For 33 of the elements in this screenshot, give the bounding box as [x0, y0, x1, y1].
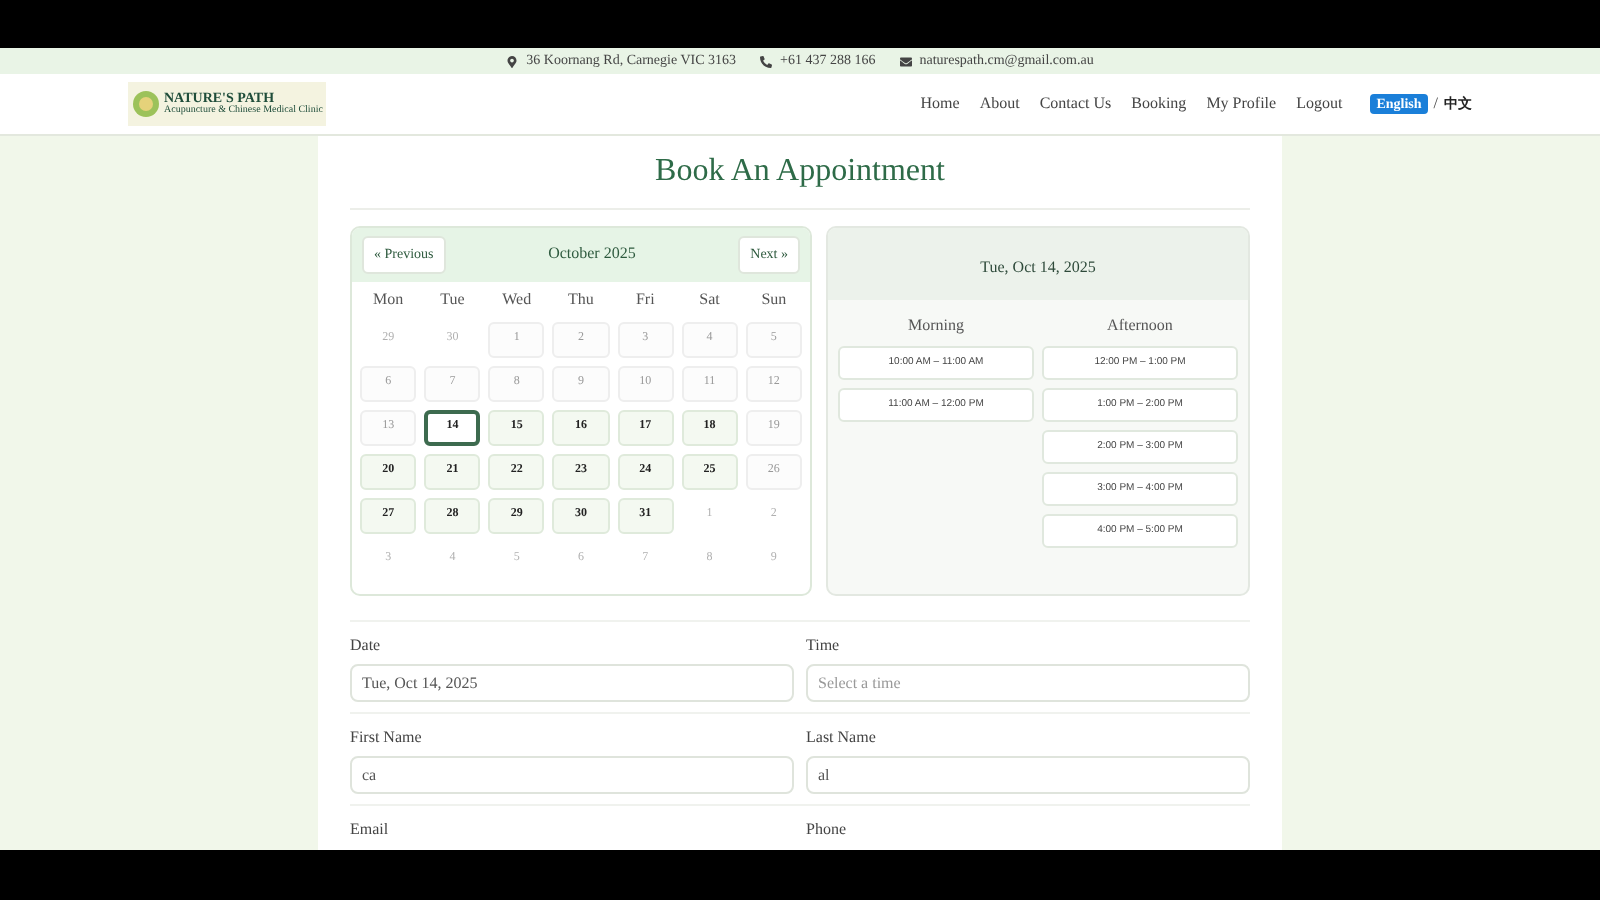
field-label: First Name — [350, 726, 424, 750]
nav-link[interactable]: Contact Us — [1039, 92, 1112, 116]
input-field[interactable]: Tue, Oct 14, 2025 — [350, 664, 794, 702]
input-field[interactable]: al — [806, 756, 1250, 794]
nav-link[interactable]: My Profile — [1206, 92, 1277, 116]
nav-link[interactable]: Home — [920, 92, 960, 116]
phone-icon — [760, 55, 773, 67]
weekday-label: Wed — [500, 287, 534, 311]
weekday-label: Fri — [633, 287, 657, 311]
weekday-label: Mon — [371, 287, 406, 311]
nav-link[interactable]: Logout — [1296, 92, 1343, 116]
leaf-circle-icon — [132, 90, 160, 118]
nav-link[interactable]: About — [979, 92, 1020, 116]
nav-link[interactable]: Booking — [1131, 92, 1187, 116]
field-label: Time — [806, 634, 842, 658]
input-field[interactable]: ca — [350, 756, 794, 794]
field-label: Last Name — [806, 726, 878, 750]
period-title: Afternoon — [1105, 314, 1175, 338]
field-label: Phone — [806, 818, 848, 842]
field-label: Email — [350, 818, 391, 842]
language-separator: / — [1433, 92, 1438, 116]
map-pin-icon — [506, 55, 519, 67]
weekday-label: Sat — [697, 287, 722, 311]
weekday-label: Tue — [438, 287, 467, 311]
month-title: October 2025 — [548, 242, 636, 267]
selected-date-title: Tue, Oct 14, 2025 — [980, 258, 1096, 276]
page-title: Book An Appointment — [350, 136, 1250, 210]
period-title: Morning — [906, 314, 966, 338]
weekday-label: Thu — [566, 287, 596, 311]
field-label: Date — [350, 634, 383, 658]
input-field[interactable]: Select a time — [806, 664, 1250, 702]
weekday-label: Sun — [759, 287, 789, 311]
mail-icon — [899, 55, 912, 67]
